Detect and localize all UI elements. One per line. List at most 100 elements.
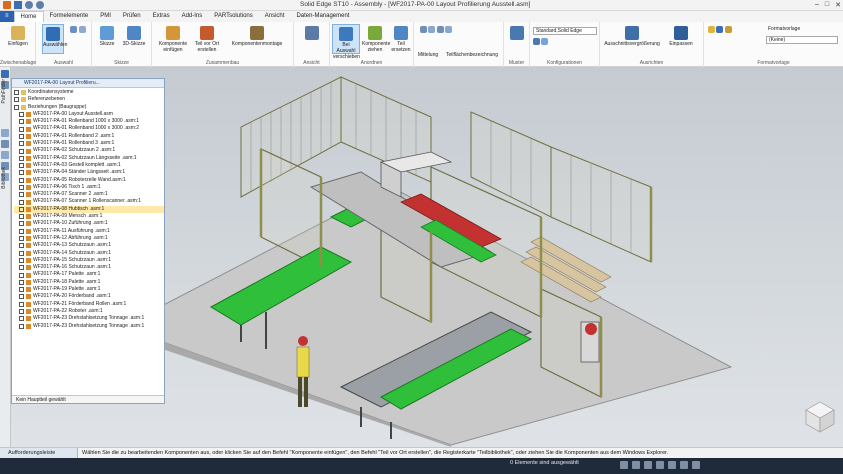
visibility-checkbox[interactable] (19, 199, 24, 205)
save-icon[interactable] (14, 1, 22, 9)
mirror-icon[interactable] (436, 26, 444, 33)
fit-icon[interactable] (632, 461, 640, 469)
muster-button[interactable] (506, 26, 528, 41)
visibility-checkbox[interactable] (19, 163, 24, 169)
tab-add-ins[interactable]: Add-Ins (176, 11, 209, 22)
tree-item[interactable]: WF2017-PA-20 Förderband .asm:1 (14, 293, 164, 300)
visibility-checkbox[interactable] (19, 236, 24, 242)
visibility-checkbox[interactable] (14, 90, 19, 96)
tree-item[interactable]: WF2017-PA-23 Drehstahlsetzung Tonnage .a… (14, 323, 164, 330)
visibility-checkbox[interactable] (19, 228, 24, 234)
tree-item[interactable]: WF2017-PA-18 Palette .asm:1 (14, 279, 164, 286)
align-icon[interactable] (428, 26, 436, 33)
cube-blue-icon[interactable] (716, 26, 724, 33)
visibility-checkbox[interactable] (14, 104, 19, 110)
render-style-icon[interactable] (680, 461, 688, 469)
tree-item[interactable]: Referenzebenen (14, 96, 164, 103)
tab-home[interactable]: Home (13, 11, 44, 22)
tree-item[interactable]: WF2017-PA-06 Tisch 1 .asm:1 (14, 184, 164, 191)
formatvorlage-select[interactable]: (Keine) (766, 36, 838, 44)
visibility-checkbox[interactable] (19, 250, 24, 256)
visibility-checkbox[interactable] (19, 214, 24, 220)
undo-icon[interactable] (25, 1, 33, 9)
ausschnitt-button[interactable]: Ausschnittsvergrößerung (604, 26, 660, 47)
visibility-checkbox[interactable] (19, 316, 24, 322)
visibility-checkbox[interactable] (19, 133, 24, 139)
visibility-checkbox[interactable] (19, 309, 24, 315)
shaded-icon[interactable] (692, 461, 700, 469)
app-logo-icon[interactable] (3, 1, 11, 9)
komponente-einfuegen-button[interactable]: Komponente einfügen (156, 26, 190, 53)
redo-icon[interactable] (36, 1, 44, 9)
visibility-checkbox[interactable] (19, 148, 24, 154)
tab-extras[interactable]: Extras (147, 11, 176, 22)
tree-item[interactable]: WF2017-PA-22 Roboter .asm:1 (14, 308, 164, 315)
visibility-checkbox[interactable] (14, 97, 19, 103)
config-apply-icon[interactable] (541, 38, 549, 45)
visibility-checkbox[interactable] (19, 272, 24, 278)
visibility-checkbox[interactable] (19, 221, 24, 227)
komponentenmontage-button[interactable]: Komponentenmontage (224, 26, 290, 47)
minimize-button[interactable]: – (815, 1, 819, 9)
features-tab-icon[interactable] (1, 140, 9, 148)
tree-item[interactable]: WF2017-PA-04 Ständer Längsseit .asm:1 (14, 169, 164, 176)
tab-formelemente[interactable]: Formelemente (44, 11, 95, 22)
tree-item[interactable]: WF2017-PA-00 Layout Ausstell.asm (14, 111, 164, 118)
tree-item[interactable]: WF2017-PA-13 Schutzzaun .asm:1 (14, 242, 164, 249)
visibility-checkbox[interactable] (19, 119, 24, 125)
visibility-checkbox[interactable] (19, 126, 24, 132)
tree-item[interactable]: WF2017-PA-01 Rollenband 3 .asm:1 (14, 140, 164, 147)
visibility-checkbox[interactable] (19, 257, 24, 263)
select-options-button[interactable] (68, 26, 88, 33)
layers-tab-icon[interactable] (1, 129, 9, 137)
tree-item[interactable]: WF2017-PA-01 Rollenband 2 .asm:1 (14, 133, 164, 140)
skizze-3d-button[interactable]: 3D-Skizze (120, 26, 148, 47)
tree-item[interactable]: WF2017-PA-01 Rollenband 1000 x 3000 .asm… (14, 118, 164, 125)
tree-item[interactable]: WF2017-PA-12 Abführung .asm:1 (14, 235, 164, 242)
rotate-icon[interactable] (656, 461, 664, 469)
tab-pruefen[interactable]: Prüfen (117, 11, 147, 22)
visibility-checkbox[interactable] (19, 206, 24, 212)
visibility-checkbox[interactable] (19, 279, 24, 285)
close-button[interactable]: ✕ (835, 1, 841, 9)
tree-item[interactable]: Koordinatensysteme (14, 89, 164, 96)
grid-icon[interactable] (420, 26, 427, 33)
tree-item[interactable]: WF2017-PA-17 Palette .asm:1 (14, 271, 164, 278)
tree-item[interactable]: WF2017-PA-15 Schutzzaun .asm:1 (14, 257, 164, 264)
maximize-button[interactable]: □ (825, 1, 829, 9)
file-menu-button[interactable]: ≡ (0, 11, 14, 22)
tree-item[interactable]: WF2017-PA-19 Palette .asm:1 (14, 286, 164, 293)
view-orientation-icon[interactable] (668, 461, 676, 469)
tab-daten-management[interactable]: Daten-Management (290, 11, 355, 22)
visibility-checkbox[interactable] (19, 265, 24, 271)
komponente-ziehen-button[interactable]: Komponente ziehen (362, 26, 390, 53)
bei-auswahl-verschieben-button[interactable]: Bei Auswahl verschieben (332, 24, 360, 60)
pathfinder-tab-icon[interactable] (1, 70, 9, 78)
pan-icon[interactable] (644, 461, 652, 469)
visibility-checkbox[interactable] (19, 323, 24, 329)
tree-item[interactable]: WF2017-PA-07 Scanner 2 .asm:1 (14, 191, 164, 198)
tab-partsolutions[interactable]: PARTsolutions (208, 11, 258, 22)
teil-vor-ort-button[interactable]: Teil vor Ort erstellen (192, 26, 222, 53)
view-tools-button[interactable] (298, 26, 326, 41)
tree-item[interactable]: WF2017-PA-03 Gestell komplett .asm:1 (14, 162, 164, 169)
visibility-checkbox[interactable] (19, 177, 24, 183)
prompt-bar-tab[interactable]: Aufforderungsleiste (0, 448, 78, 458)
teilflaechen-button[interactable]: Teilflächenbezeichnung (442, 52, 502, 58)
visibility-checkbox[interactable] (19, 170, 24, 176)
tree-item[interactable]: WF2017-PA-16 Schutzzaun .asm:1 (14, 264, 164, 271)
sensors-tab-icon[interactable] (1, 151, 9, 159)
tree-item[interactable]: WF2017-PA-02 Schutzzaun 2 .asm:1 (14, 147, 164, 154)
visibility-checkbox[interactable] (19, 287, 24, 293)
einpassen-button[interactable]: Einpassen (662, 26, 700, 47)
visibility-checkbox[interactable] (19, 294, 24, 300)
tree-item[interactable]: WF2017-PA-08 Hubtisch .asm:1 (14, 205, 164, 214)
visibility-checkbox[interactable] (19, 155, 24, 161)
tree-item[interactable]: WF2017-PA-10 Zuführung .asm:1 (14, 220, 164, 227)
zoom-icon[interactable] (620, 461, 628, 469)
mittelung-button[interactable]: Mittelung (416, 52, 440, 58)
visibility-checkbox[interactable] (19, 192, 24, 198)
visibility-checkbox[interactable] (19, 301, 24, 307)
tree-item[interactable]: WF2017-PA-21 Förderband Rollen .asm:1 (14, 301, 164, 308)
tree-item[interactable]: WF2017-PA-07 Scanner 1 Rollenscanner .as… (14, 198, 164, 205)
